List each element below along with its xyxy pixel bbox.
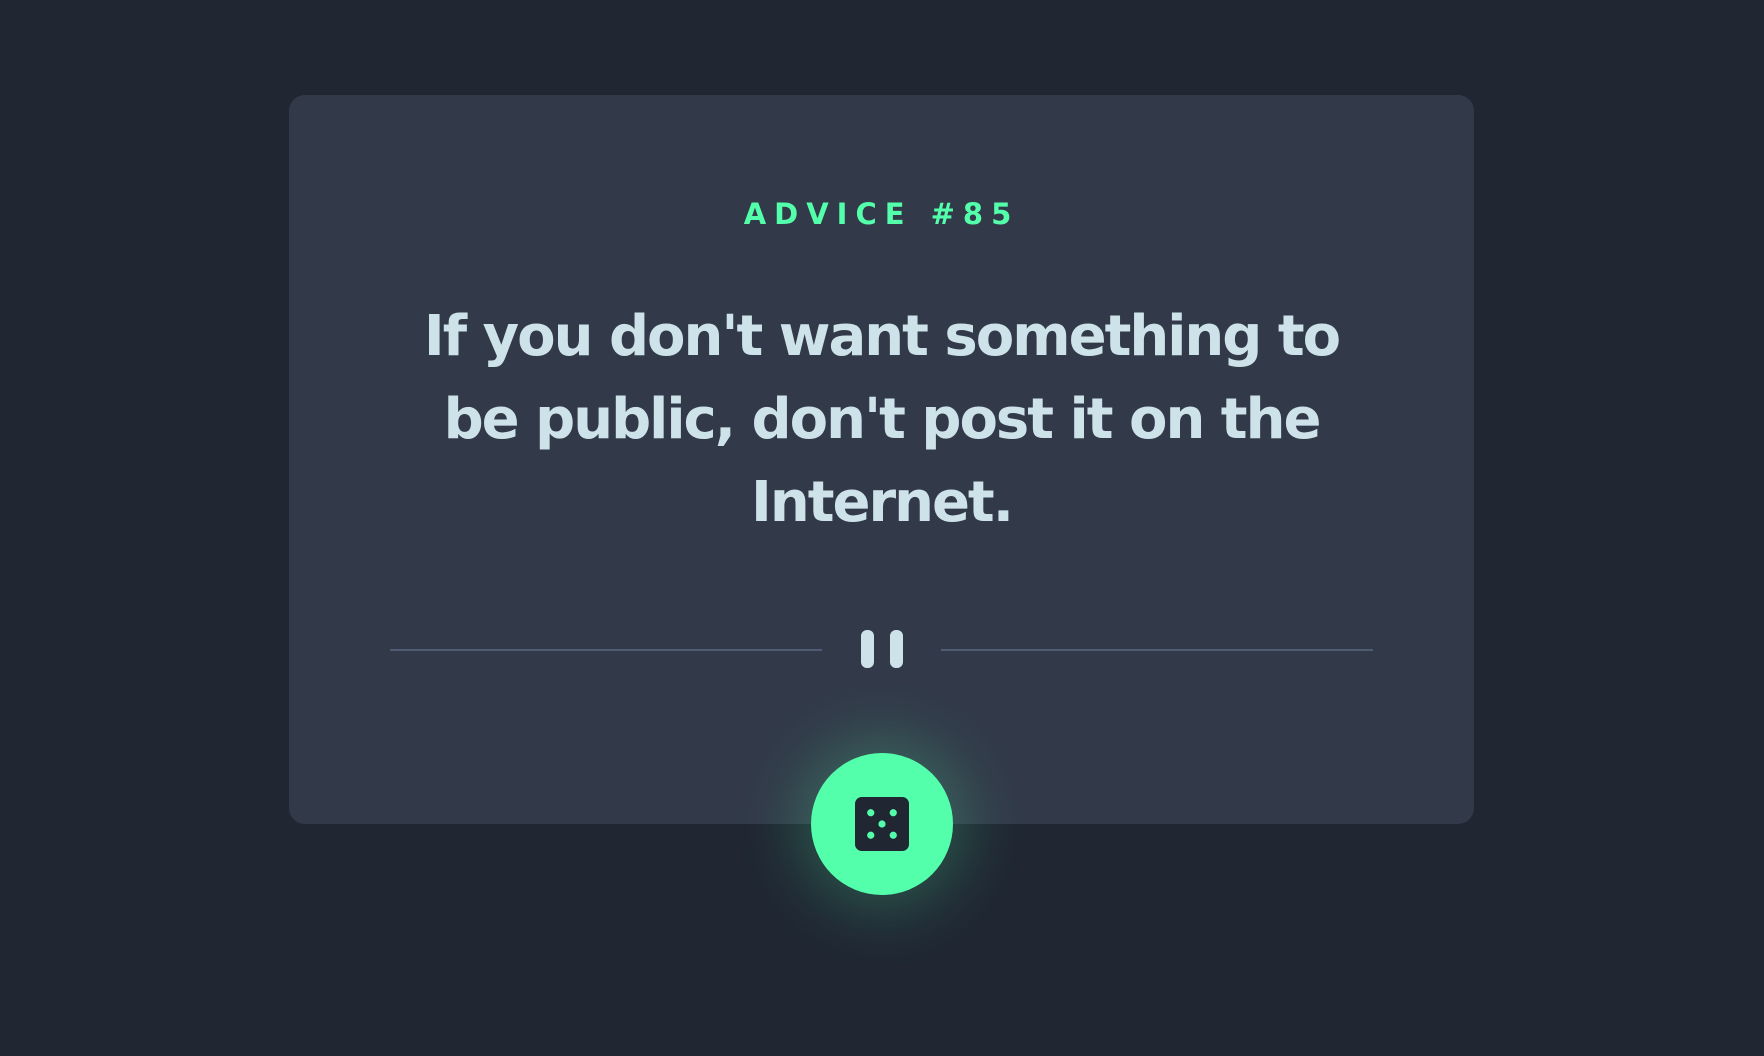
advice-quote: If you don't want something to be public… bbox=[423, 304, 1341, 535]
divider-line-right bbox=[941, 649, 1373, 651]
advice-card: ADVICE #85 If you don't want something t… bbox=[289, 95, 1474, 824]
new-advice-button[interactable] bbox=[811, 753, 953, 895]
divider-line-left bbox=[390, 649, 822, 651]
advice-number: ADVICE #85 bbox=[743, 197, 1020, 231]
pause-bar-left bbox=[860, 630, 874, 668]
pause-bar-right bbox=[889, 630, 903, 668]
pause-icon bbox=[859, 630, 905, 668]
dice-icon bbox=[855, 797, 909, 851]
divider bbox=[390, 630, 1373, 670]
